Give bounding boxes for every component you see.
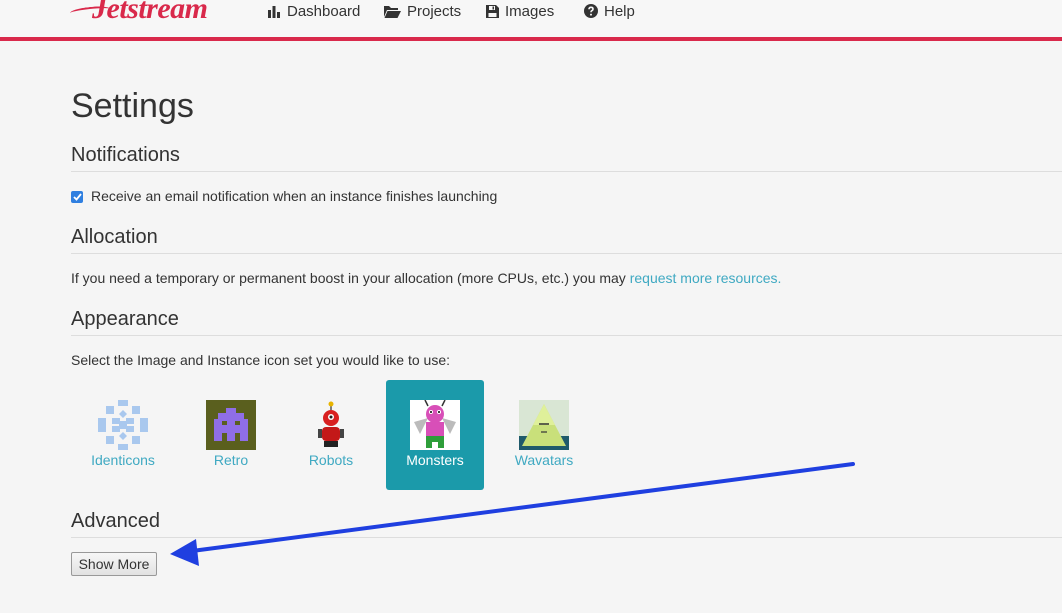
bar-chart-icon [267, 5, 281, 18]
request-more-resources-link[interactable]: request more resources. [630, 270, 782, 286]
show-more-button[interactable]: Show More [71, 552, 157, 576]
appearance-heading: Appearance [71, 308, 179, 330]
allocation-text: If you need a temporary or permanent boo… [71, 269, 781, 287]
advanced-heading: Advanced [71, 510, 160, 532]
iconset-monsters[interactable]: Monsters [386, 380, 484, 490]
iconset-retro-label: Retro [213, 452, 249, 468]
nav-help-label: Help [604, 2, 635, 20]
checkmark-icon [72, 193, 82, 201]
robot-icon [318, 401, 344, 447]
nav-images-label: Images [505, 2, 555, 20]
advanced-divider [71, 537, 1062, 538]
iconset-identicons-label: Identicons [91, 452, 155, 468]
monster-icon [410, 400, 460, 450]
iconset-wavatars[interactable]: Wavatars [495, 380, 593, 490]
nav-images[interactable]: Images [486, 0, 554, 22]
email-notification-label[interactable]: Receive an email notification when an in… [91, 187, 497, 205]
iconset-robots[interactable]: Robots [282, 380, 380, 490]
nav-dashboard[interactable]: Dashboard [267, 0, 360, 22]
allocation-divider [71, 253, 1062, 254]
identicon-icon [98, 400, 148, 450]
iconset-identicons[interactable]: Identicons [74, 380, 172, 490]
allocation-heading: Allocation [71, 226, 158, 248]
question-circle-icon [584, 4, 598, 18]
email-notification-checkbox[interactable] [71, 191, 83, 203]
nav-projects[interactable]: Projects [384, 0, 461, 22]
iconset-retro[interactable]: Retro [182, 380, 280, 490]
allocation-text-body: If you need a temporary or permanent boo… [71, 270, 630, 286]
notifications-divider [71, 171, 1062, 172]
nav-help[interactable]: Help [584, 0, 635, 22]
wavatar-icon [519, 400, 569, 450]
floppy-disk-icon [486, 4, 499, 18]
top-navbar: Jetstream Dashboard Projects Images Help [0, 0, 1062, 41]
appearance-prompt: Select the Image and Instance icon set y… [71, 352, 451, 368]
appearance-divider [71, 335, 1062, 336]
nav-dashboard-label: Dashboard [287, 2, 361, 20]
retro-invader-icon [206, 400, 256, 450]
iconset-monsters-label: Monsters [406, 452, 464, 468]
page-title: Settings [71, 87, 194, 125]
jetstream-logo[interactable]: Jetstream [92, 0, 208, 26]
nav-projects-label: Projects [407, 2, 462, 20]
notifications-heading: Notifications [71, 144, 180, 166]
folder-open-icon [384, 5, 401, 18]
iconset-robots-label: Robots [308, 452, 354, 468]
iconset-wavatars-label: Wavatars [514, 452, 574, 468]
